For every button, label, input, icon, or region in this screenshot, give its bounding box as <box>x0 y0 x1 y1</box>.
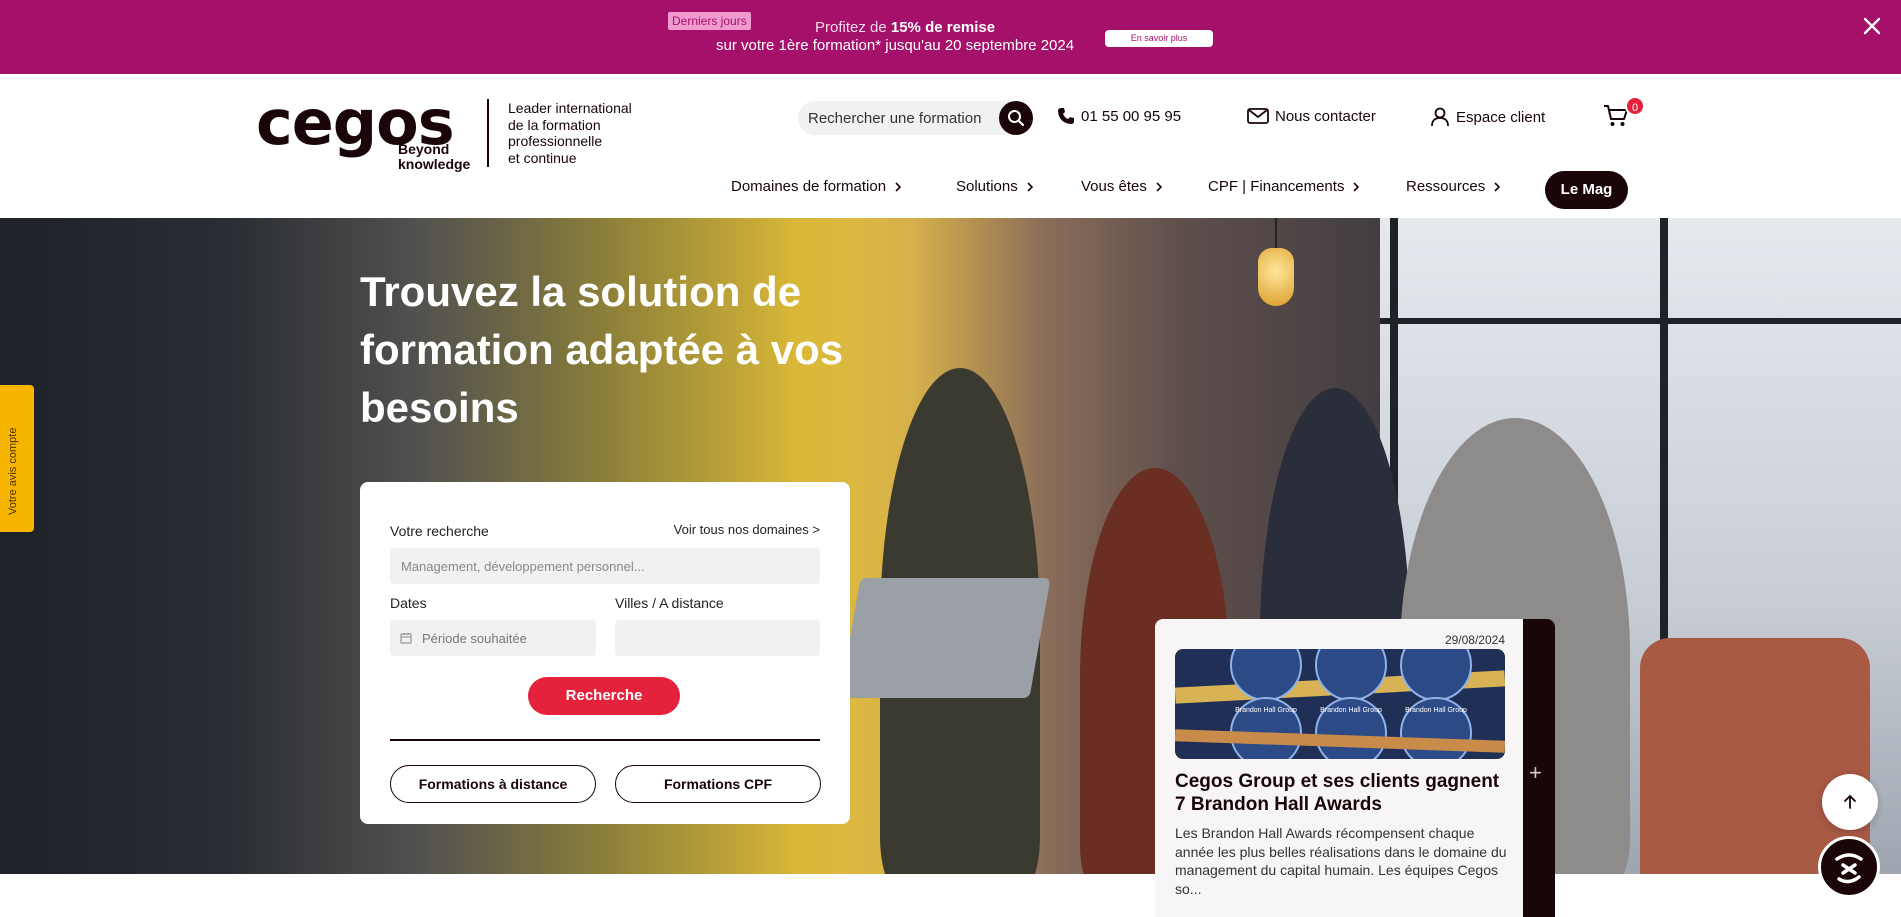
logo-subtitle-line: Beyond <box>398 141 450 157</box>
nav-item-label: Vous êtes <box>1081 178 1147 195</box>
nav-item-cpf[interactable]: CPF | Financements <box>1208 178 1360 195</box>
search-button[interactable] <box>999 101 1033 135</box>
nav-item-vous-etes[interactable]: Vous êtes <box>1081 178 1163 195</box>
contact-label: Nous contacter <box>1275 107 1376 125</box>
promo-learn-more-button[interactable]: En savoir plus <box>1105 30 1213 47</box>
logo-subtitle-line: knowledge <box>398 156 471 172</box>
promo-line-1: Profitez de 15% de remise <box>815 19 995 36</box>
feedback-label: Votre avis compte <box>7 427 19 515</box>
promo-line-2: sur votre 1ère formation* jusqu'au 20 se… <box>716 37 1075 54</box>
logo-divider <box>487 99 489 167</box>
remote-training-button[interactable]: Formations à distance <box>390 765 596 803</box>
hero-overlay <box>0 218 1901 874</box>
nav-item-solutions[interactable]: Solutions <box>956 178 1034 195</box>
arrow-up-icon <box>1844 794 1856 809</box>
chevron-right-icon <box>1353 181 1360 192</box>
nav-item-label: Ressources <box>1406 178 1486 195</box>
news-description: Les Brandon Hall Awards récompensent cha… <box>1175 825 1507 897</box>
all-domains-link[interactable]: Voir tous nos domaines > <box>674 522 820 537</box>
news-card[interactable]: 29/08/2024 Brandon Hall Group Brandon Ha… <box>1155 619 1523 917</box>
phone-icon <box>1058 108 1074 124</box>
header-search <box>798 101 1033 135</box>
cities-input[interactable] <box>615 620 820 656</box>
contact-link[interactable]: Nous contacter <box>1247 107 1376 125</box>
cpf-training-button[interactable]: Formations CPF <box>615 765 821 803</box>
calendar-icon <box>400 633 412 644</box>
award-badge: Brandon Hall Group <box>1400 649 1472 701</box>
training-search-input[interactable] <box>390 548 820 584</box>
award-badge-text: Brandon Hall Group <box>1320 707 1382 714</box>
nav-item-label: Domaines de formation <box>731 178 887 195</box>
le-mag-button[interactable]: Le Mag <box>1545 171 1628 209</box>
nav-item-label: CPF | Financements <box>1208 178 1345 195</box>
award-badge: Brandon Hall Group <box>1230 697 1302 759</box>
nav-item-label: Solutions <box>956 178 1018 195</box>
cegos-logo[interactable]: cegos Beyond knowledge <box>256 92 486 180</box>
mail-icon <box>1247 108 1269 124</box>
cart-count-badge: 0 <box>1625 96 1645 116</box>
chatbot-button[interactable] <box>1818 836 1880 898</box>
award-badge: Brandon Hall Group <box>1315 697 1387 759</box>
chevron-right-icon <box>1156 181 1163 192</box>
search-icon <box>1008 110 1025 127</box>
nav-item-ressources[interactable]: Ressources <box>1406 178 1501 195</box>
chevron-right-icon <box>1494 181 1501 192</box>
promo-discount: 15% de remise <box>890 19 996 36</box>
search-label: Votre recherche <box>390 523 489 539</box>
hero-section: Trouvez la solution de formation adaptée… <box>0 218 1901 874</box>
tagline-line: professionnelle <box>508 133 603 149</box>
news-title[interactable]: Cegos Group et ses clients gagnent 7 Bra… <box>1175 770 1505 816</box>
promo-banner: Derniers jours Profitez de 15% de remise… <box>0 0 1901 74</box>
nav-item-domaines[interactable]: Domaines de formation <box>731 178 902 195</box>
promo-line-1-prefix: Profitez de <box>815 19 891 36</box>
chevron-right-icon <box>895 181 902 192</box>
tagline-line: Leader international <box>508 100 632 116</box>
close-icon[interactable] <box>1860 14 1884 38</box>
header-search-input[interactable] <box>808 101 993 135</box>
user-icon <box>1431 107 1449 127</box>
dates-field[interactable]: Période souhaitée <box>390 620 596 656</box>
promo-badge: Derniers jours <box>668 12 751 30</box>
chevron-right-icon <box>1027 181 1033 192</box>
phone-number: 01 55 00 95 95 <box>1081 107 1182 125</box>
hero-title: Trouvez la solution de formation adaptée… <box>360 268 844 431</box>
news-image-awards: Brandon Hall Group Brandon Hall Group Br… <box>1175 649 1505 759</box>
award-badge-text: Brandon Hall Group <box>1235 707 1297 714</box>
tagline: Leader international de la formation pro… <box>508 100 668 166</box>
award-badge-text: Brandon Hall Group <box>1405 707 1467 714</box>
tagline-line: et continue <box>508 149 577 166</box>
card-divider <box>390 739 820 741</box>
tagline-line: de la formation <box>508 116 601 133</box>
feedback-tab[interactable]: Votre avis compte <box>0 385 34 532</box>
training-search-card: Votre recherche Voir tous nos domaines >… <box>360 482 850 824</box>
scroll-to-top-button[interactable] <box>1822 774 1878 830</box>
search-submit-button[interactable]: Recherche <box>528 677 680 715</box>
dates-label: Dates <box>390 595 427 611</box>
news-date: 29/08/2024 <box>1444 633 1505 647</box>
phone-link[interactable]: 01 55 00 95 95 <box>1057 107 1181 125</box>
dates-placeholder: Période souhaitée <box>422 630 527 646</box>
site-header: cegos Beyond knowledge Leader internatio… <box>0 74 1901 218</box>
cities-label: Villes / A distance <box>615 595 724 611</box>
client-area-link[interactable]: Espace client <box>1430 107 1545 127</box>
chatbot-icon <box>1835 853 1863 884</box>
plus-icon[interactable]: + <box>1529 760 1542 786</box>
logo-subtitle: Beyond knowledge <box>398 142 470 172</box>
client-area-label: Espace client <box>1456 108 1546 126</box>
